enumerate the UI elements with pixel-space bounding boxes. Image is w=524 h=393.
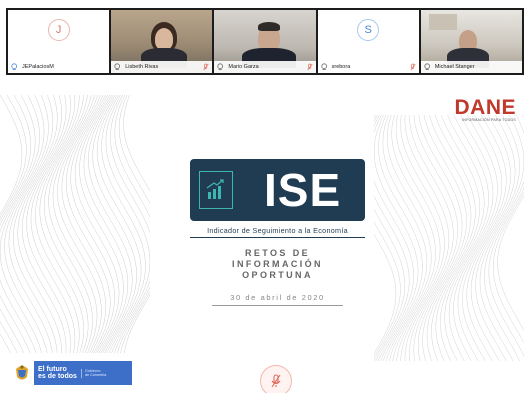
microphone-icon (321, 63, 327, 70)
participant-name-bar: srebora (317, 61, 419, 73)
participant-name: srebora (331, 64, 351, 70)
mic-muted-icon (271, 374, 281, 388)
coat-of-arms-icon (10, 361, 34, 385)
dane-logo-tagline: INFORMACIÓN PARA TODOS (462, 118, 516, 122)
chart-up-icon (199, 171, 233, 209)
participant-name-bar: Lisbeth Rivas (111, 61, 213, 73)
participant-avatar: S (357, 19, 380, 41)
dane-logo: DANE INFORMACIÓN PARA TODOS (454, 97, 516, 122)
mic-muted-icon (410, 63, 416, 71)
gov-slogan-line-1: El futuro (38, 365, 67, 373)
mic-muted-icon (307, 63, 313, 71)
slide-title-line-1: RETOS DE (244, 248, 311, 258)
gobierno-colombia-banner: El futuro es de todos Gobierno de Colomb… (34, 361, 132, 385)
gov-entity: Gobierno de Colombia (80, 368, 107, 378)
mic-muted-icon (203, 63, 209, 71)
participant-name: JEPalaciosM (22, 64, 54, 70)
mute-toggle-button[interactable] (260, 365, 292, 393)
participant-name: Lisbeth Rivas (125, 64, 159, 70)
gov-entity-line-2: de Colombia (84, 373, 107, 377)
gov-slogan-line-2: es de todos (38, 373, 77, 380)
slide-title-line-3: OPORTUNA (242, 270, 313, 280)
gov-slogan: El futuro es de todos (38, 366, 77, 381)
microphone-icon (424, 63, 430, 70)
participant-avatar: J (47, 19, 70, 41)
slide-title: RETOS DE INFORMACIÓN OPORTUNA (190, 248, 365, 281)
participant-name: Mario Garza (228, 64, 259, 70)
microphone-icon (217, 63, 224, 70)
ise-logo-text: ISE (264, 164, 342, 216)
decorative-waves-right (374, 115, 524, 362)
participant-video-face (155, 28, 174, 50)
slide-date: 30 de abril de 2020 (230, 293, 325, 302)
participant-tile-4[interactable]: S srebora (317, 10, 419, 73)
participant-tile-2[interactable]: Lisbeth Rivas (111, 10, 213, 73)
ise-logo: ISE (190, 159, 365, 221)
dane-logo-word: DANE (454, 96, 516, 119)
decorative-waves-left (0, 95, 150, 354)
participant-strip: J JEPalaciosM Lisbeth Rivas Mario Garza (0, 0, 524, 75)
gobierno-colombia-logo: El futuro es de todos Gobierno de Colomb… (10, 361, 132, 385)
participant-video-shelf (428, 14, 457, 30)
ise-caption: Indicador de Seguimiento a la Economía (207, 226, 348, 235)
shared-slide: DANE INFORMACIÓN PARA TODOS ISE Indicado… (0, 75, 524, 393)
participant-name-bar: Mario Garza (214, 61, 316, 73)
participant-video-hair (258, 22, 281, 31)
participant-tiles: J JEPalaciosM Lisbeth Rivas Mario Garza (6, 8, 524, 75)
participant-name-bar: JEPalaciosM (8, 61, 110, 73)
microphone-icon (114, 63, 121, 70)
participant-tile-3[interactable]: Mario Garza (214, 10, 316, 73)
caption-divider (190, 237, 365, 238)
date-divider (212, 305, 343, 306)
participant-tile-5[interactable]: Michael Stanger (420, 10, 523, 73)
slide-title-line-2: INFORMACIÓN (232, 259, 323, 269)
participant-name-bar: Michael Stanger (420, 61, 523, 73)
participant-name: Michael Stanger (434, 64, 475, 70)
microphone-icon (11, 63, 17, 70)
participant-tile-1[interactable]: J JEPalaciosM (8, 10, 110, 73)
